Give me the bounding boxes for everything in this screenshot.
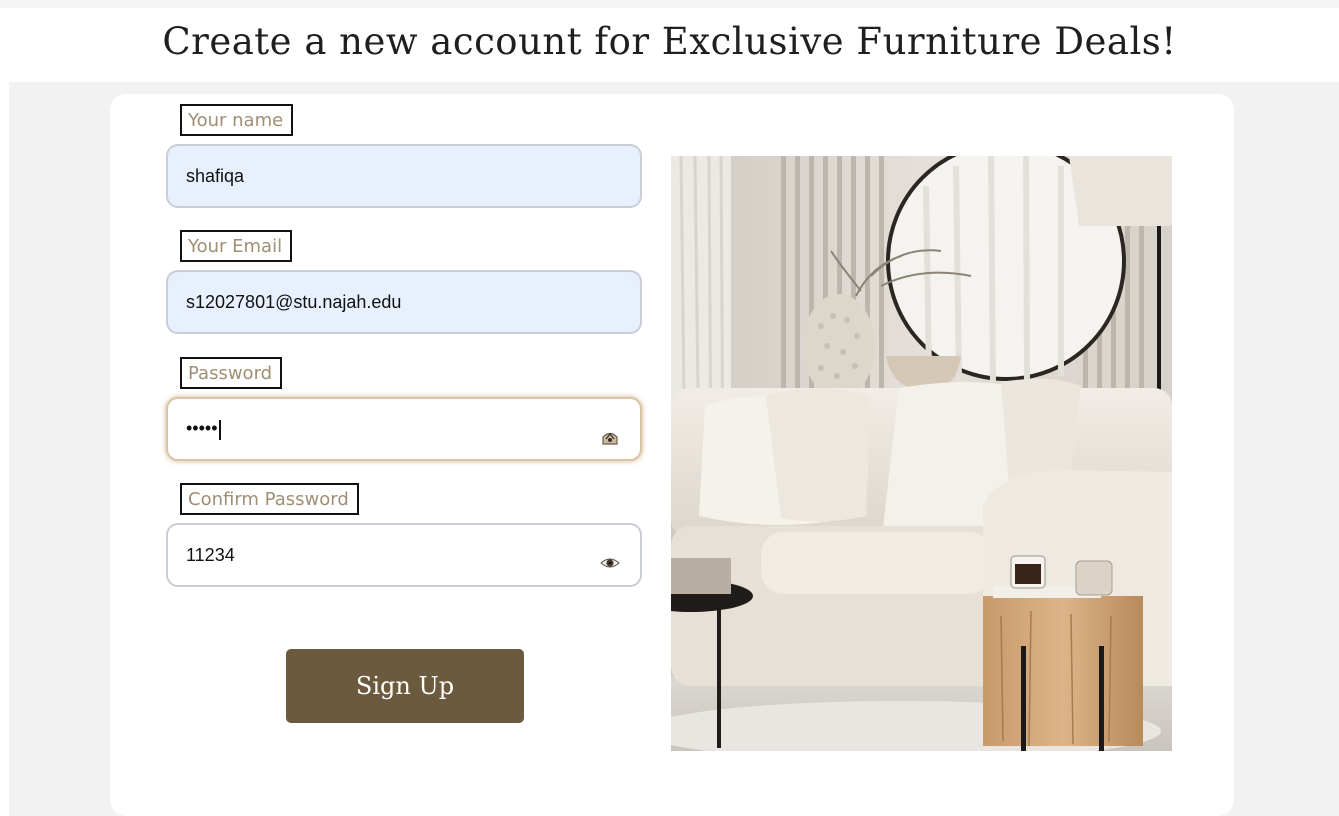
email-label: Your Email xyxy=(180,230,293,262)
sign-up-button[interactable]: Sign Up xyxy=(286,649,524,723)
password-input[interactable]: ••••• xyxy=(166,397,642,461)
email-input[interactable]: s12027801@stu.najah.edu xyxy=(166,270,642,334)
password-label: Password xyxy=(180,357,283,389)
password-value: ••••• xyxy=(186,418,218,439)
confirm-password-input[interactable]: 11234 xyxy=(166,523,642,587)
name-label: Your name xyxy=(180,104,294,136)
text-caret xyxy=(218,419,221,440)
top-edge xyxy=(0,0,1339,8)
name-value: shafiqa xyxy=(186,165,245,186)
email-value: s12027801@stu.najah.edu xyxy=(186,291,402,312)
hidden-eye-icon[interactable] xyxy=(600,429,620,445)
page-title: Create a new account for Exclusive Furni… xyxy=(162,20,1177,63)
living-room-sofa-photo xyxy=(671,156,1172,751)
confirm-password-label: Confirm Password xyxy=(180,483,359,515)
confirm-password-value: 11234 xyxy=(186,544,235,565)
name-input[interactable]: shafiqa xyxy=(166,144,642,208)
eye-icon[interactable] xyxy=(600,555,620,571)
